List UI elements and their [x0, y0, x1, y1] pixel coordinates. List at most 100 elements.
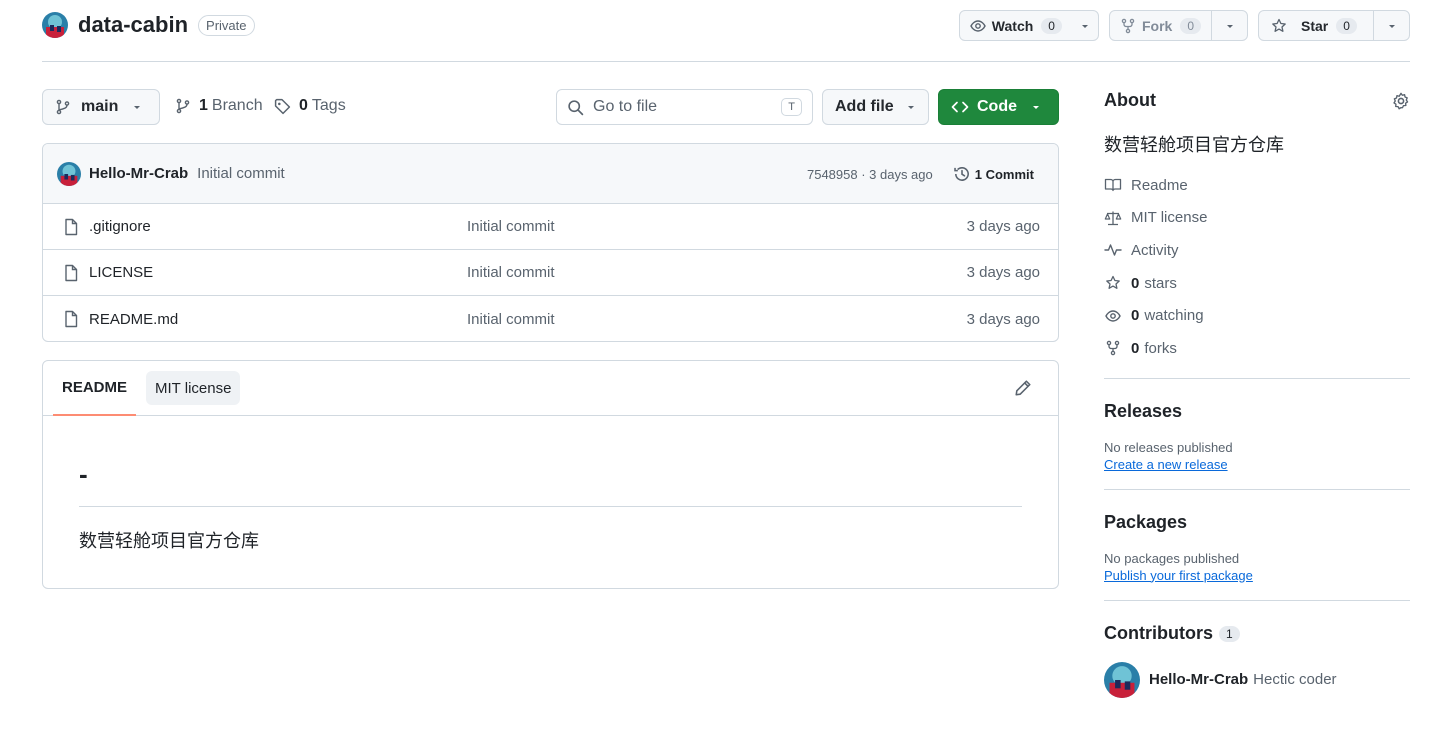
- add-file-label: Add file: [835, 98, 894, 115]
- fork-dropdown[interactable]: [1211, 11, 1247, 40]
- eye-icon: [1105, 309, 1121, 322]
- tab-readme[interactable]: README: [53, 361, 137, 416]
- readme-panel: README MIT license - 数营轻舱项目官方仓库: [42, 360, 1059, 589]
- pencil-icon[interactable]: [1014, 379, 1032, 397]
- about-activity-link[interactable]: Activity: [1104, 234, 1410, 267]
- owner-avatar[interactable]: [42, 12, 68, 38]
- contributor-name[interactable]: Hello-Mr-Crab: [1149, 671, 1248, 688]
- commit-sha-time[interactable]: 7548958 · 3 days ago: [807, 167, 933, 182]
- file-commit-message[interactable]: Initial commit: [467, 311, 555, 328]
- fork-icon: [1121, 18, 1135, 33]
- commit-count-label: 1 Commit: [974, 166, 1034, 182]
- file-row[interactable]: README.md Initial commit 3 days ago: [43, 296, 1058, 341]
- branch-selector[interactable]: main: [42, 89, 160, 125]
- code-icon: [951, 101, 969, 113]
- file-name[interactable]: LICENSE: [89, 264, 153, 281]
- branches-link[interactable]: 1 Branch: [175, 97, 263, 115]
- file-name[interactable]: README.md: [89, 311, 178, 328]
- about-description: 数营轻舱项目官方仓库: [1104, 135, 1284, 155]
- packages-title[interactable]: Packages: [1104, 512, 1410, 533]
- sidebar-divider: [1104, 377, 1410, 379]
- contributors-title: Contributors: [1104, 622, 1213, 643]
- readme-paragraph: 数营轻舱项目官方仓库: [79, 531, 259, 551]
- about-license-link[interactable]: MIT license: [1104, 202, 1410, 235]
- fork-label: Fork: [1141, 17, 1173, 34]
- sidebar-divider: [1104, 599, 1410, 601]
- contributors-header[interactable]: Contributors 1: [1104, 623, 1410, 644]
- about-stars-link[interactable]: 0 stars: [1104, 267, 1410, 300]
- commit-history-link[interactable]: 1 Commit: [953, 165, 1034, 183]
- caret-down-icon: [1226, 24, 1233, 28]
- branch-count-label: Branch: [211, 97, 263, 114]
- stars-count: 0: [1131, 274, 1140, 292]
- forks-label: forks: [1144, 339, 1177, 357]
- watch-count: 0: [1041, 17, 1062, 34]
- tag-count: 0: [299, 97, 308, 114]
- file-icon: [65, 310, 78, 328]
- gear-icon[interactable]: [1392, 92, 1410, 110]
- repo-sidebar: About 数营轻舱项目官方仓库 Readme MIT license Acti…: [1104, 90, 1410, 698]
- scale-icon: [1104, 211, 1122, 226]
- history-icon: [954, 167, 969, 181]
- publish-package-link[interactable]: Publish your first package: [1104, 568, 1410, 583]
- file-date: 3 days ago: [966, 310, 1040, 328]
- file-browser: Hello-Mr-Crab Initial commit 7548958 · 3…: [42, 143, 1059, 342]
- book-icon: [1104, 179, 1122, 192]
- commit-message[interactable]: Initial commit: [197, 165, 285, 182]
- tab-license[interactable]: MIT license: [146, 371, 241, 405]
- pulse-icon: [1104, 244, 1122, 257]
- about-watching-link[interactable]: 0 watching: [1104, 299, 1410, 332]
- packages-empty-text: No packages published: [1104, 550, 1240, 566]
- contributor-subtitle: Hectic coder: [1253, 671, 1337, 689]
- fork-button[interactable]: Fork 0: [1108, 10, 1248, 41]
- eye-icon: [970, 19, 986, 32]
- tag-icon: [274, 98, 291, 114]
- watch-main[interactable]: Watch 0: [960, 11, 1072, 40]
- file-name[interactable]: .gitignore: [89, 218, 151, 235]
- visibility-badge: Private: [198, 14, 255, 36]
- search-shortcut-key: T: [781, 98, 802, 116]
- releases-title[interactable]: Releases: [1104, 401, 1410, 422]
- file-icon: [65, 218, 78, 235]
- fork-main[interactable]: Fork 0: [1110, 11, 1211, 40]
- code-button[interactable]: Code: [938, 89, 1059, 125]
- star-count: 0: [1336, 17, 1357, 34]
- commit-meta: 7548958 · 3 days ago 1 Commit: [807, 144, 1034, 204]
- star-button[interactable]: Star 0: [1258, 10, 1410, 41]
- tags-link[interactable]: 0 Tags: [274, 97, 346, 115]
- releases-empty-text: No releases published: [1104, 439, 1233, 455]
- commit-author-avatar[interactable]: [57, 161, 81, 186]
- file-commit-message[interactable]: Initial commit: [467, 218, 555, 235]
- repo-name[interactable]: data-cabin: [78, 12, 188, 38]
- star-icon: [1272, 18, 1286, 32]
- readme-heading: -: [79, 459, 88, 489]
- watch-label: Watch: [991, 17, 1034, 34]
- add-file-button[interactable]: Add file: [822, 89, 929, 125]
- watch-dropdown[interactable]: [1072, 11, 1098, 40]
- about-forks-link[interactable]: 0 forks: [1104, 332, 1410, 365]
- contributor-item[interactable]: Hello-Mr-Crab Hectic coder: [1104, 661, 1410, 698]
- caret-down-icon: [134, 106, 141, 109]
- readme-heading-rule: [79, 506, 1022, 507]
- about-readme-link[interactable]: Readme: [1104, 169, 1410, 202]
- commit-author[interactable]: Hello-Mr-Crab: [89, 165, 188, 182]
- search-icon: [568, 99, 584, 115]
- star-main[interactable]: Star 0: [1259, 11, 1373, 40]
- caret-down-icon: [1033, 106, 1039, 109]
- branch-icon: [176, 98, 190, 114]
- sidebar-divider: [1104, 488, 1410, 490]
- star-dropdown[interactable]: [1373, 11, 1409, 40]
- file-commit-message[interactable]: Initial commit: [467, 264, 555, 281]
- file-row[interactable]: LICENSE Initial commit 3 days ago: [43, 250, 1058, 296]
- go-to-file-input[interactable]: Go to file T: [556, 89, 813, 125]
- contributor-avatar[interactable]: [1104, 661, 1140, 698]
- create-release-link[interactable]: Create a new release: [1104, 457, 1410, 472]
- star-label: Star: [1301, 17, 1329, 34]
- file-row[interactable]: .gitignore Initial commit 3 days ago: [43, 204, 1058, 250]
- caret-down-icon: [1388, 24, 1395, 28]
- about-header: About: [1104, 90, 1410, 111]
- header-divider: [42, 61, 1410, 62]
- about-license-label: MIT license: [1131, 209, 1208, 227]
- stars-label: stars: [1144, 274, 1177, 292]
- watch-button[interactable]: Watch 0: [958, 10, 1099, 41]
